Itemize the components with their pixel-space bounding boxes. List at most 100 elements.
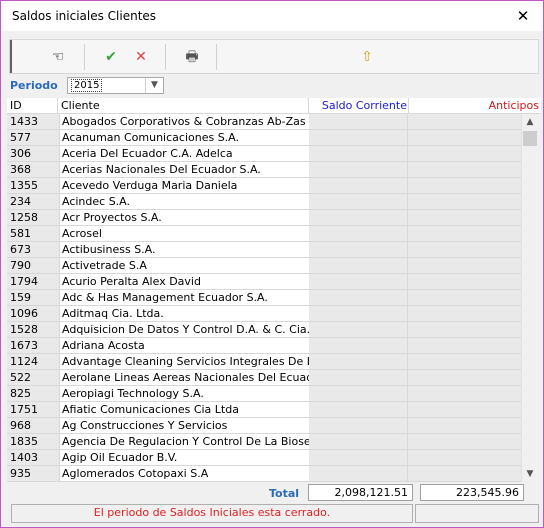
cancel-x-icon[interactable]: ✕ xyxy=(129,45,153,69)
cell-anticipos[interactable] xyxy=(408,450,521,465)
table-row[interactable]: 1528 Adquisicion De Datos Y Control D.A. … xyxy=(7,322,521,338)
cell-cliente[interactable]: Adriana Acosta xyxy=(60,338,311,353)
cell-saldo-corriente[interactable] xyxy=(309,418,408,433)
cell-saldo-corriente[interactable] xyxy=(309,306,408,321)
cell-saldo-corriente[interactable] xyxy=(309,338,408,353)
cell-cliente[interactable]: Activetrade S.A xyxy=(60,258,311,273)
cell-saldo-corriente[interactable] xyxy=(309,466,408,481)
cell-id[interactable]: 306 xyxy=(7,146,60,161)
scroll-thumb[interactable] xyxy=(523,131,537,146)
table-row[interactable]: 577 Acanuman Comunicaciones S.A. xyxy=(7,130,521,146)
cell-id[interactable]: 577 xyxy=(7,130,60,145)
cell-id[interactable]: 968 xyxy=(7,418,60,433)
chevron-down-icon[interactable]: ▼ xyxy=(145,78,163,93)
cell-saldo-corriente[interactable] xyxy=(309,258,408,273)
cell-anticipos[interactable] xyxy=(408,434,521,449)
close-icon[interactable]: ✕ xyxy=(503,1,543,31)
cell-anticipos[interactable] xyxy=(408,402,521,417)
cell-saldo-corriente[interactable] xyxy=(309,434,408,449)
table-row[interactable]: 522 Aerolane Lineas Aereas Nacionales Del… xyxy=(7,370,521,386)
cell-anticipos[interactable] xyxy=(408,322,521,337)
table-row[interactable]: 1355 Acevedo Verduga Maria Daniela xyxy=(7,178,521,194)
table-row[interactable]: 306 Aceria Del Ecuador C.A. Adelca xyxy=(7,146,521,162)
table-row[interactable]: 968 Ag Construcciones Y Servicios xyxy=(7,418,521,434)
cell-id[interactable]: 1258 xyxy=(7,210,60,225)
cell-saldo-corriente[interactable] xyxy=(309,242,408,257)
table-row[interactable]: 1258 Acr Proyectos S.A. xyxy=(7,210,521,226)
edit-hand-icon[interactable]: ☜ xyxy=(46,45,70,69)
cell-anticipos[interactable] xyxy=(408,370,521,385)
cell-saldo-corriente[interactable] xyxy=(309,402,408,417)
cell-anticipos[interactable] xyxy=(408,178,521,193)
cell-anticipos[interactable] xyxy=(408,162,521,177)
cell-saldo-corriente[interactable] xyxy=(309,114,408,129)
cell-anticipos[interactable] xyxy=(408,226,521,241)
cell-anticipos[interactable] xyxy=(408,242,521,257)
cell-anticipos[interactable] xyxy=(408,258,521,273)
cell-id[interactable]: 1794 xyxy=(7,274,60,289)
cell-id[interactable]: 1124 xyxy=(7,354,60,369)
cell-anticipos[interactable] xyxy=(408,274,521,289)
scroll-up-icon[interactable]: ▲ xyxy=(522,114,538,130)
cell-cliente[interactable]: Acindec S.A. xyxy=(60,194,311,209)
cell-id[interactable]: 935 xyxy=(7,466,60,481)
cell-saldo-corriente[interactable] xyxy=(309,290,408,305)
table-row[interactable]: 1124 Advantage Cleaning Servicios Integra… xyxy=(7,354,521,370)
cell-saldo-corriente[interactable] xyxy=(309,226,408,241)
cell-id[interactable]: 790 xyxy=(7,258,60,273)
cell-cliente[interactable]: Acevedo Verduga Maria Daniela xyxy=(60,178,311,193)
cell-id[interactable]: 368 xyxy=(7,162,60,177)
table-row[interactable]: 1794 Acurio Peralta Alex David xyxy=(7,274,521,290)
header-anticipos[interactable]: Anticipos xyxy=(409,99,539,113)
cell-cliente[interactable]: Abogados Corporativos & Cobranzas Ab-Zas… xyxy=(60,114,311,129)
cell-cliente[interactable]: Acrosel xyxy=(60,226,311,241)
cell-id[interactable]: 522 xyxy=(7,370,60,385)
cell-saldo-corriente[interactable] xyxy=(309,146,408,161)
cell-saldo-corriente[interactable] xyxy=(309,162,408,177)
table-row[interactable]: 1433 Abogados Corporativos & Cobranzas Ab… xyxy=(7,114,521,130)
cell-anticipos[interactable] xyxy=(408,146,521,161)
cell-id[interactable]: 825 xyxy=(7,386,60,401)
table-row[interactable]: 1403 Agip Oil Ecuador B.V. xyxy=(7,450,521,466)
cell-cliente[interactable]: Adc & Has Management Ecuador S.A. xyxy=(60,290,311,305)
cell-cliente[interactable]: Advantage Cleaning Servicios Integrales … xyxy=(60,354,311,369)
cell-saldo-corriente[interactable] xyxy=(309,322,408,337)
table-row[interactable]: 1673 Adriana Acosta xyxy=(7,338,521,354)
header-id[interactable]: ID xyxy=(10,99,55,113)
cell-saldo-corriente[interactable] xyxy=(309,450,408,465)
cell-anticipos[interactable] xyxy=(408,386,521,401)
printer-icon[interactable]: 🖶 xyxy=(180,45,204,69)
cell-cliente[interactable]: Adquisicion De Datos Y Control D.A. & C.… xyxy=(60,322,311,337)
cell-cliente[interactable]: Acanuman Comunicaciones S.A. xyxy=(60,130,311,145)
cell-id[interactable]: 1403 xyxy=(7,450,60,465)
table-row[interactable]: 1096 Aditmaq Cia. Ltda. xyxy=(7,306,521,322)
scroll-down-icon[interactable]: ▼ xyxy=(522,466,538,482)
cell-anticipos[interactable] xyxy=(408,306,521,321)
cell-id[interactable]: 673 xyxy=(7,242,60,257)
vertical-scrollbar[interactable]: ▲ ▼ xyxy=(521,114,538,482)
cell-id[interactable]: 1835 xyxy=(7,434,60,449)
table-row[interactable]: 1835 Agencia De Regulacion Y Control De L… xyxy=(7,434,521,450)
cell-id[interactable]: 1751 xyxy=(7,402,60,417)
cell-cliente[interactable]: Agencia De Regulacion Y Control De La Bi… xyxy=(60,434,311,449)
cell-saldo-corriente[interactable] xyxy=(309,210,408,225)
table-row[interactable]: 790 Activetrade S.A xyxy=(7,258,521,274)
cell-id[interactable]: 1528 xyxy=(7,322,60,337)
cell-id[interactable]: 1673 xyxy=(7,338,60,353)
table-row[interactable]: 673 Actibusiness S.A. xyxy=(7,242,521,258)
cell-id[interactable]: 159 xyxy=(7,290,60,305)
cell-cliente[interactable]: Aglomerados Cotopaxi S.A xyxy=(60,466,311,481)
cell-anticipos[interactable] xyxy=(408,290,521,305)
cell-saldo-corriente[interactable] xyxy=(309,130,408,145)
cell-cliente[interactable]: Ag Construcciones Y Servicios xyxy=(60,418,311,433)
cell-id[interactable]: 1096 xyxy=(7,306,60,321)
header-saldo-corriente[interactable]: Saldo Corriente xyxy=(309,99,407,113)
table-row[interactable]: 368 Acerias Nacionales Del Ecuador S.A. xyxy=(7,162,521,178)
cell-saldo-corriente[interactable] xyxy=(309,370,408,385)
cell-cliente[interactable]: Acerias Nacionales Del Ecuador S.A. xyxy=(60,162,311,177)
cell-saldo-corriente[interactable] xyxy=(309,386,408,401)
table-row[interactable]: 581 Acrosel xyxy=(7,226,521,242)
accept-check-icon[interactable]: ✔ xyxy=(99,45,123,69)
table-row[interactable]: 935 Aglomerados Cotopaxi S.A xyxy=(7,466,521,482)
cell-saldo-corriente[interactable] xyxy=(309,178,408,193)
